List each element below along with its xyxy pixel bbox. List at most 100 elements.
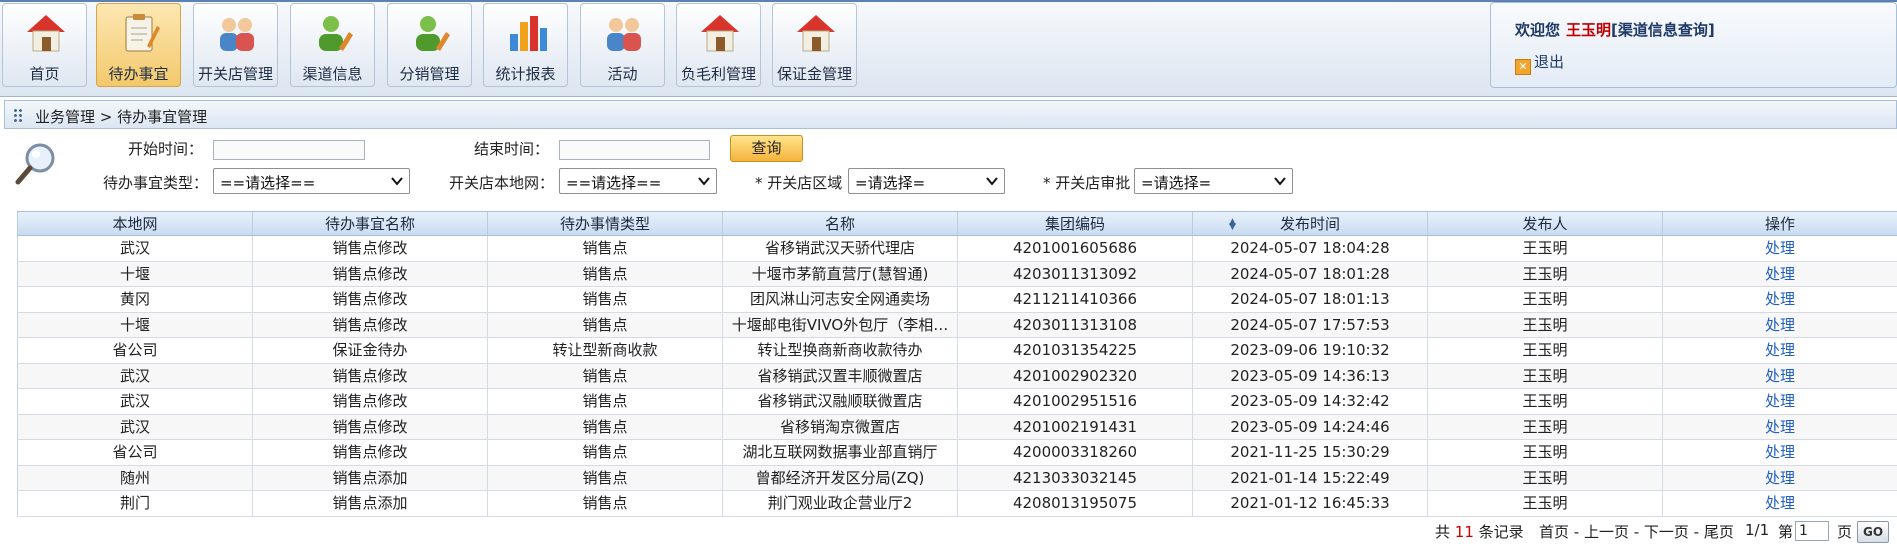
column-header-publisher[interactable]: 发布人 <box>1427 212 1662 235</box>
process-link[interactable]: 处理 <box>1662 491 1897 516</box>
end-time-label: 结束时间： <box>474 140 550 158</box>
nav-label: 分销管理 <box>399 65 460 83</box>
cell-local-net: 十堰 <box>17 312 252 337</box>
table-row: 武汉 销售点修改 销售点 省移销武汉融顺联微置店 4201002951516 2023-0… <box>17 389 1897 415</box>
cell-name: 十堰市茅箭直营厅(慧智通) <box>722 261 957 286</box>
approval-select[interactable]: =请选择= <box>1134 168 1293 194</box>
cell-publish-time: 2024-05-07 17:57:53 <box>1192 312 1427 337</box>
process-link[interactable]: 处理 <box>1662 312 1897 337</box>
cell-todo-type: 销售点 <box>487 261 722 286</box>
start-time-input[interactable] <box>213 140 365 160</box>
cell-todo-type: 销售点 <box>487 312 722 337</box>
nav-label: 统计报表 <box>495 65 556 83</box>
table-row: 十堰 销售点修改 销售点 十堰市茅箭直营厅(慧智通) 4203011313092 2024… <box>17 261 1897 287</box>
cell-todo-type: 转让型新商收款 <box>487 338 722 363</box>
cell-publisher: 王玉明 <box>1427 440 1662 465</box>
cell-group-code: 4201002951516 <box>957 389 1192 414</box>
nav-label: 待办事宜 <box>108 65 169 83</box>
nav-home[interactable]: 首页 <box>2 3 87 87</box>
nav-deposit[interactable]: 保证金管理 <box>772 3 857 87</box>
process-link[interactable]: 处理 <box>1662 440 1897 465</box>
nav-negative-margin[interactable]: 负毛利管理 <box>676 3 761 87</box>
nav-label: 负毛利管理 <box>680 65 756 83</box>
cell-todo-type: 销售点 <box>487 440 722 465</box>
cell-name: 荆门观业政企营业厅2 <box>722 491 957 516</box>
cell-publish-time: 2021-11-25 15:30:29 <box>1192 440 1427 465</box>
query-button[interactable]: 查询 <box>730 135 803 162</box>
cell-publisher: 王玉明 <box>1427 414 1662 439</box>
cell-publisher: 王玉明 <box>1427 261 1662 286</box>
cell-local-net: 省公司 <box>17 338 252 363</box>
cell-publish-time: 2021-01-14 15:22:49 <box>1192 465 1427 490</box>
cell-todo-name: 销售点添加 <box>252 465 487 490</box>
user-role: [渠道信息查询] <box>1611 21 1715 39</box>
nav-channel-info[interactable]: 渠道信息 <box>290 3 375 87</box>
process-link[interactable]: 处理 <box>1662 363 1897 388</box>
cell-name: 湖北互联网数据事业部直销厅 <box>722 440 957 465</box>
cell-local-net: 十堰 <box>17 261 252 286</box>
page-info: 1/1 <box>1745 521 1770 539</box>
nav-label: 渠道信息 <box>302 65 363 83</box>
approval-label: * 开关店审批 <box>1043 174 1131 192</box>
cell-publish-time: 2021-01-12 16:45:33 <box>1192 491 1427 516</box>
nav-todo[interactable]: 待办事宜 <box>96 3 181 87</box>
goto-prefix: 第 <box>1778 523 1794 541</box>
nav-activities[interactable]: 活动 <box>580 3 665 87</box>
cell-publisher: 王玉明 <box>1427 236 1662 261</box>
todo-type-value: ==请选择== <box>220 174 316 192</box>
record-count-value: 11 <box>1454 523 1474 541</box>
process-link[interactable]: 处理 <box>1662 414 1897 439</box>
end-time-input[interactable] <box>559 140 710 160</box>
process-link[interactable]: 处理 <box>1662 465 1897 490</box>
cell-todo-type: 销售点 <box>487 465 722 490</box>
nav-label: 开关店管理 <box>197 65 273 83</box>
process-link[interactable]: 处理 <box>1662 389 1897 414</box>
process-link[interactable]: 处理 <box>1662 287 1897 312</box>
table-row: 武汉 销售点修改 销售点 省移销武汉天骄代理店 4201001605686 2024-05… <box>17 236 1897 262</box>
welcome-greeting: 欢迎您 <box>1515 21 1561 39</box>
cell-todo-type: 销售点 <box>487 491 722 516</box>
approval-value: =请选择= <box>1141 174 1212 192</box>
cell-group-code: 4200003318260 <box>957 440 1192 465</box>
welcome-panel: 欢迎您 王玉明[渠道信息查询] ✕ 退出 <box>1490 2 1897 88</box>
todo-type-select[interactable]: ==请选择== <box>213 168 410 194</box>
region-select[interactable]: =请选择= <box>848 168 1005 194</box>
nav-distribution[interactable]: 分销管理 <box>387 3 472 87</box>
cell-todo-name: 销售点修改 <box>252 363 487 388</box>
cell-todo-type: 销售点 <box>487 389 722 414</box>
nav-store-management[interactable]: 开关店管理 <box>193 3 278 87</box>
close-icon: ✕ <box>1515 59 1531 75</box>
local-net-select[interactable]: ==请选择== <box>559 168 717 194</box>
page-links[interactable]: 首页 - 上一页 - 下一页 - 尾页 <box>1539 521 1734 542</box>
cell-publisher: 王玉明 <box>1427 465 1662 490</box>
process-link[interactable]: 处理 <box>1662 261 1897 286</box>
cell-publish-time: 2023-05-09 14:24:46 <box>1192 414 1427 439</box>
user-edit-icon <box>319 16 353 51</box>
cell-group-code: 4203011313108 <box>957 312 1192 337</box>
nav-label: 首页 <box>29 65 60 83</box>
logout-link[interactable]: ✕ 退出 <box>1515 51 1564 75</box>
sort-icon[interactable]: ▲ ▼ <box>1229 218 1236 232</box>
start-time-label: 开始时间： <box>128 140 204 158</box>
cell-name: 十堰邮电街VIVO外包厅（李相… <box>722 312 957 337</box>
cell-todo-name: 销售点修改 <box>252 389 487 414</box>
column-header-action[interactable]: 操作 <box>1662 212 1897 235</box>
nav-reports[interactable]: 统计报表 <box>483 3 568 87</box>
column-header-name[interactable]: 名称 <box>722 212 957 235</box>
column-header-todo-name[interactable]: 待办事宜名称 <box>252 212 487 235</box>
filter-panel: 开始时间： 结束时间： 查询 待办事宜类型： ==请选择== 开关店本地网： =… <box>0 130 1897 210</box>
local-net-label: 开关店本地网： <box>449 174 555 192</box>
cell-name: 省移销武汉天骄代理店 <box>722 236 957 261</box>
process-link[interactable]: 处理 <box>1662 236 1897 261</box>
go-button[interactable]: GO <box>1857 521 1889 543</box>
page-number-input[interactable]: 1 <box>1795 521 1829 541</box>
column-header-publish-time[interactable]: 发布时间 <box>1192 212 1427 235</box>
chevron-down-icon <box>986 177 998 186</box>
column-header-group-code[interactable]: 集团编码 <box>957 212 1192 235</box>
table-row: 十堰 销售点修改 销售点 十堰邮电街VIVO外包厅（李相… 4203011313108 2… <box>17 312 1897 338</box>
magnifier-icon <box>15 143 55 185</box>
column-header-local-net[interactable]: 本地网 <box>17 212 252 235</box>
column-header-todo-type[interactable]: 待办事情类型 <box>487 212 722 235</box>
process-link[interactable]: 处理 <box>1662 338 1897 363</box>
cell-local-net: 随州 <box>17 465 252 490</box>
